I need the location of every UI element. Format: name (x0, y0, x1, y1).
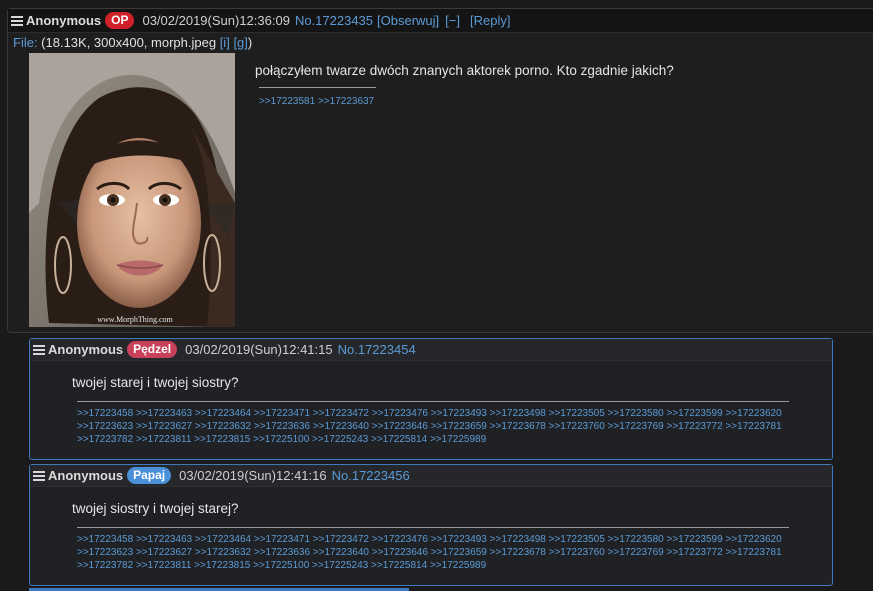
post-number-link[interactable]: No.17223454 (338, 342, 416, 357)
op-badge: OP (105, 12, 135, 29)
file-details: (18.13K, 300x400, morph.jpeg (37, 35, 220, 50)
reply-divider (77, 401, 789, 402)
post-image-thumbnail[interactable]: www.MorphThing.com (29, 53, 235, 327)
file-info: File: (18.13K, 300x400, morph.jpeg [i] [… (13, 35, 252, 50)
op-divider (259, 87, 376, 88)
reply-post: Anonymous Pędzel 03/02/2019(Sun)12:41:15… (29, 338, 833, 460)
backlinks-line[interactable]: >>17223782 >>17223811 >>17223815 >>17225… (77, 559, 797, 572)
op-post-header: Anonymous OP 03/02/2019(Sun)12:36:09 No.… (8, 9, 873, 33)
reply-link[interactable]: [Reply] (470, 13, 510, 28)
post-date: 03/02/2019(Sun)12:41:16 (179, 468, 327, 483)
post-number-link[interactable]: No.17223456 (332, 468, 410, 483)
reply-backlinks[interactable]: >>17223458 >>17223463 >>17223464 >>17223… (77, 533, 797, 572)
user-badge: Papaj (127, 467, 172, 484)
op-post-text: połączyłem twarze dwóch znanych aktorek … (255, 63, 674, 78)
poster-name: Anonymous (48, 342, 124, 357)
backlinks-line[interactable]: >>17223782 >>17223811 >>17223815 >>17225… (77, 433, 797, 446)
reply-header: Anonymous Pędzel 03/02/2019(Sun)12:41:15… (30, 339, 832, 361)
reply-text: twojej starej i twojej siostry? (72, 375, 239, 390)
backlinks-line[interactable]: >>17223623 >>17223627 >>17223632 >>17223… (77, 546, 797, 559)
backlinks-line[interactable]: >>17223623 >>17223627 >>17223632 >>17223… (77, 420, 797, 433)
op-post: Anonymous OP 03/02/2019(Sun)12:36:09 No.… (7, 8, 873, 333)
menu-icon[interactable] (33, 344, 45, 355)
post-number-link[interactable]: No.17223435 (295, 13, 373, 28)
reply-divider (77, 527, 789, 528)
reply-backlinks[interactable]: >>17223458 >>17223463 >>17223464 >>17223… (77, 407, 797, 446)
watch-link[interactable]: [Obserwuj] (377, 13, 439, 28)
post-date: 03/02/2019(Sun)12:36:09 (142, 13, 290, 28)
poster-name: Anonymous (48, 468, 124, 483)
file-label: File: (13, 35, 38, 50)
thumbnail-watermark: www.MorphThing.com (97, 315, 173, 324)
post-date: 03/02/2019(Sun)12:41:15 (185, 342, 333, 357)
backlinks-line[interactable]: >>17223458 >>17223463 >>17223464 >>17223… (77, 533, 797, 546)
backlinks-line[interactable]: >>17223458 >>17223463 >>17223464 >>17223… (77, 407, 797, 420)
reply-text: twojej siostry i twojej starej? (72, 501, 239, 516)
op-backlinks[interactable]: >>17223581 >>17223637 (259, 95, 374, 108)
user-badge: Pędzel (127, 341, 178, 358)
poster-name: Anonymous (26, 13, 102, 28)
collapse-link[interactable]: [−] (445, 13, 460, 28)
file-info-close: ) (247, 35, 253, 50)
menu-icon[interactable] (11, 15, 23, 26)
reply-header: Anonymous Papaj 03/02/2019(Sun)12:41:16 … (30, 465, 832, 487)
reply-post: Anonymous Papaj 03/02/2019(Sun)12:41:16 … (29, 464, 833, 586)
image-search-g-link[interactable]: [g] (233, 35, 247, 50)
image-search-i-link[interactable]: [i] (220, 35, 230, 50)
menu-icon[interactable] (33, 470, 45, 481)
